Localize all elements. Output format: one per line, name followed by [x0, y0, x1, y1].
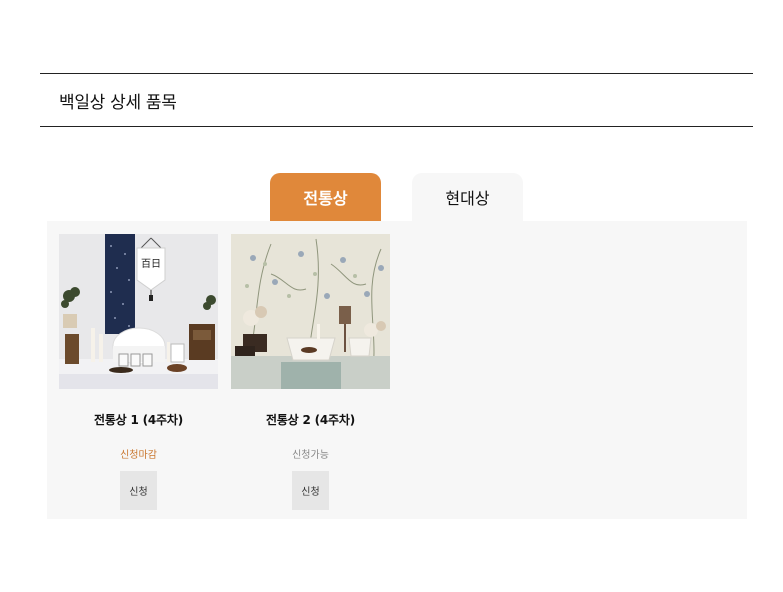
apply-button[interactable]: 신청	[120, 471, 157, 510]
status-label: 신청마감	[120, 450, 157, 461]
product-panel: 百日 전통상 1 (4주차) 신청마감 신청 전통상 2 (4주차) 신청가능 …	[47, 221, 747, 519]
section-title: 백일상 상세 품목	[59, 93, 177, 113]
pennant-glyph-1: 百日	[141, 258, 161, 270]
tab-modern[interactable]: 현대상	[412, 173, 523, 221]
tab-traditional[interactable]: 전통상	[270, 173, 381, 221]
product-image[interactable]: 百日	[59, 234, 218, 389]
apply-button[interactable]: 신청	[292, 471, 329, 510]
product-card: 百日 전통상 1 (4주차) 신청마감 신청	[59, 234, 218, 510]
product-image[interactable]	[231, 234, 390, 389]
section-header: 백일상 상세 품목	[40, 73, 753, 127]
status-label: 신청가능	[292, 450, 329, 461]
product-name: 전통상 2 (4주차)	[265, 413, 356, 427]
product-card: 전통상 2 (4주차) 신청가능 신청	[231, 234, 390, 510]
product-name: 전통상 1 (4주차)	[93, 413, 184, 427]
